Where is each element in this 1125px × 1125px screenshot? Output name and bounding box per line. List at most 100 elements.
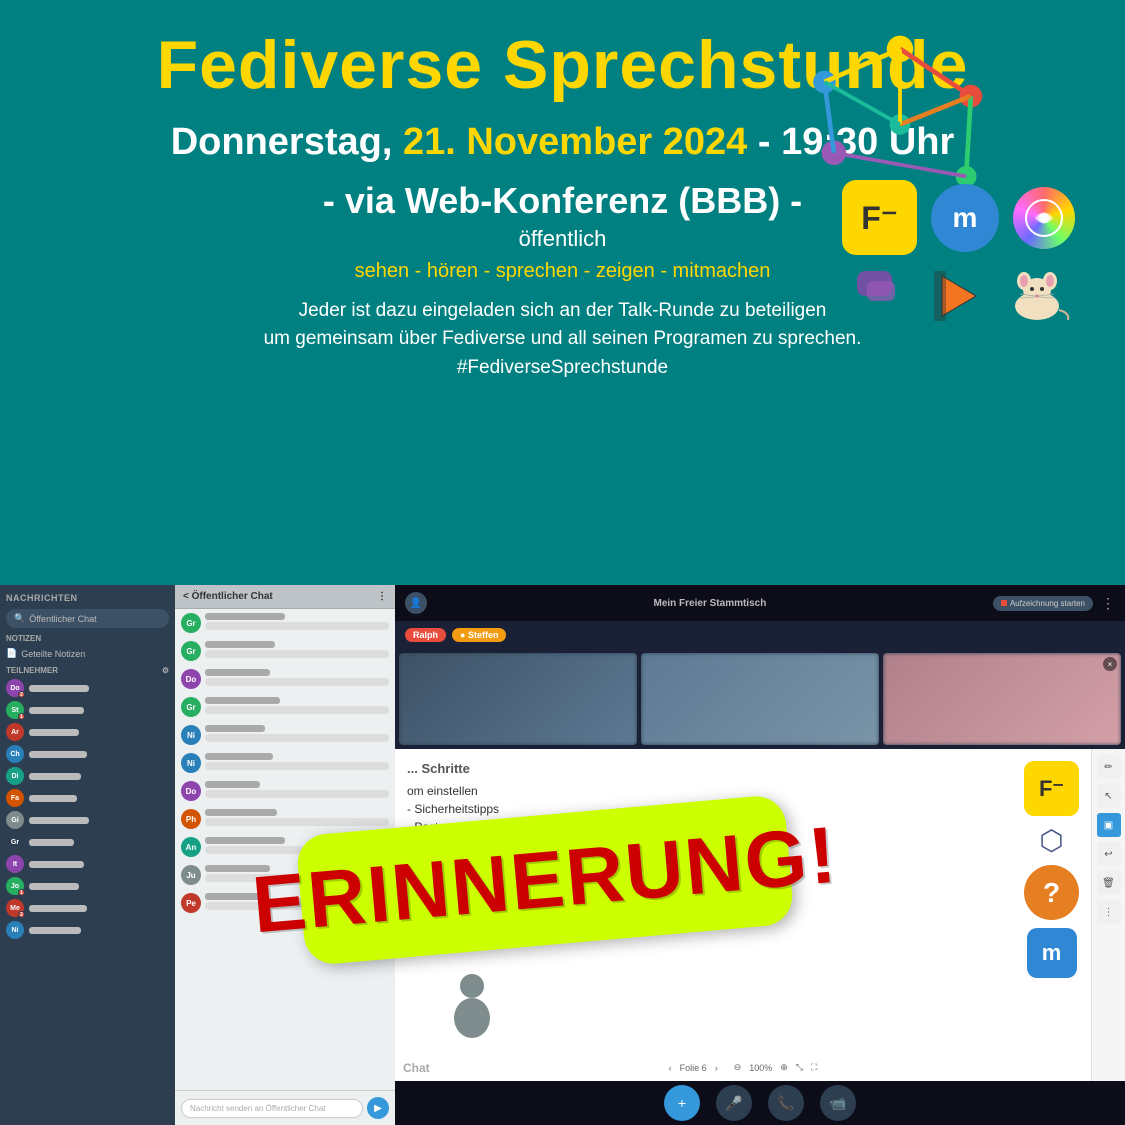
delete-tool[interactable]: 🗑 [1097,871,1121,895]
chat-message: Ni [175,721,395,749]
participant-item: Di [0,765,175,787]
avatar: Do 2 [6,679,24,697]
msg-avatar: Gr [181,613,201,633]
msg-text-blur [205,762,389,770]
fullscreen-icon[interactable]: ⛶ [811,1062,817,1073]
participant-name-blur [29,927,81,934]
phone-button[interactable]: 📞 [768,1085,804,1121]
participant-item: It [0,853,175,875]
participant-name-blur [29,905,87,912]
mouse-mascot [1000,268,1075,323]
slide-label: Folie 6 [680,1063,707,1073]
slide-question-icon: ? [1024,865,1079,920]
mastodon-icon: m [931,184,999,252]
participants-list: Do 2 St 1 Ar Ch [0,677,175,941]
close-icon[interactable]: × [1103,657,1117,671]
msg-content [205,725,389,742]
avatar: Jo 1 [6,877,24,895]
video-blur-2 [641,653,879,745]
notes-section-label: NOTIZEN [0,630,175,645]
avatar-badge: 2 [18,691,25,698]
avatar: Ch [6,745,24,763]
subtitle-yellow: sehen - hören - sprechen - zeigen - mitm… [355,260,771,283]
avatar: St 1 [6,701,24,719]
participant-item: Do 2 [0,677,175,699]
slide-title: ... Schritte [407,761,1014,776]
desc-line1: Jeder ist dazu eingeladen sich an der Ta… [264,297,862,326]
prev-slide-btn[interactable]: ‹ [669,1063,672,1073]
rectangle-tool[interactable]: ▣ [1097,813,1121,837]
participant-name-blur [29,839,74,846]
msg-avatar: Pe [181,893,201,913]
bbb-bottom-bar: + 🎤 📞 📹 [395,1081,1125,1125]
participant-name-blur [29,861,84,868]
search-icon: 🔍 [14,613,25,624]
participant-item: Fa [0,787,175,809]
chat-main-header: < Öffentlicher Chat ⋮ [175,585,395,609]
undo-tool[interactable]: ↩ [1097,842,1121,866]
more-options-icon[interactable]: ⋮ [1101,595,1115,612]
camera-button[interactable]: 📹 [820,1085,856,1121]
bbb-meeting-title: Mein Freier Stammtisch [654,598,767,609]
msg-avatar: Do [181,669,201,689]
chat-search-label: Öffentlicher Chat [29,614,96,624]
msg-avatar: An [181,837,201,857]
zoom-out-icon[interactable]: ⊖ [734,1062,742,1073]
video-blur-3 [883,653,1121,745]
mic-button[interactable]: 🎤 [716,1085,752,1121]
msg-name-blur [205,725,265,732]
msg-name-blur [205,697,280,704]
chat-input-field[interactable]: Nachricht senden an Öffentlicher Chat [181,1099,363,1118]
participant-name-blur [29,751,87,758]
send-button[interactable]: ▶ [367,1097,389,1119]
description: Jeder ist dazu eingeladen sich an der Ta… [264,297,862,383]
participant-tag-steffen: ● Steffen [452,628,506,642]
avatar-badge: 1 [18,713,25,720]
chat-search[interactable]: 🔍 Öffentlicher Chat [6,609,169,628]
date-prefix: Donnerstag, [171,121,393,163]
chat-panel-title: < Öffentlicher Chat [183,591,273,602]
add-button[interactable]: + [664,1085,700,1121]
msg-avatar: Ph [181,809,201,829]
participants-section: TEILNEHMER ⚙ [0,662,175,677]
pencil-tool[interactable]: ✏ [1097,755,1121,779]
msg-avatar: Ni [181,725,201,745]
avatar: Gi [6,811,24,829]
participant-item: Jo 1 [0,875,175,897]
desc-line2: um gemeinsam über Fediverse und all sein… [264,325,862,354]
chat-message: Gr [175,637,395,665]
chat-bottom-label: Chat [403,1061,430,1075]
msg-content [205,781,389,798]
web-conf-line: - via Web-Konferenz (BBB) - [323,180,802,222]
participant-name-blur [29,685,89,692]
chat-input-area: Nachricht senden an Öffentlicher Chat ▶ [175,1090,395,1125]
shared-notes-item[interactable]: 📄 Geteilte Notizen [0,645,175,662]
participant-name-blur [29,729,79,736]
msg-text-blur [205,622,389,630]
msg-text-blur [205,734,389,742]
avatar-badge: 1 [18,889,25,896]
select-tool[interactable]: ↖ [1097,784,1121,808]
avatar: Gr [6,833,24,851]
participant-item: Ar [0,721,175,743]
msg-text-blur [205,706,389,714]
notes-icon: 📄 [6,648,17,659]
zoom-in-icon[interactable]: ⊕ [780,1062,788,1073]
msg-avatar: Gr [181,697,201,717]
top-right-icons: F⁻ m [815,20,1095,280]
slide-navigation: ‹ Folie 6 › ⊖ 100% ⊕ ⤡ ⛶ [669,1062,818,1073]
msg-content [205,697,389,714]
notes-label: Geteilte Notizen [21,649,85,659]
gear-icon[interactable]: ⚙ [162,666,169,675]
more-tool[interactable]: ⋮ [1097,900,1121,924]
participant-name-blur [29,773,81,780]
user-icon: 👤 [405,592,427,614]
next-slide-btn[interactable]: › [715,1063,718,1073]
bbb-toolbar: ✏ ↖ ▣ ↩ 🗑 ⋮ [1091,749,1125,1081]
participant-tag-ralph: Ralph [405,628,446,642]
video-thumb-2 [641,653,879,745]
record-button[interactable]: Aufzeichnung starten [993,596,1093,611]
fit-icon[interactable]: ⤡ [796,1062,803,1073]
app-icons-row-2 [857,268,1075,323]
more-icon[interactable]: ⋮ [377,591,387,602]
